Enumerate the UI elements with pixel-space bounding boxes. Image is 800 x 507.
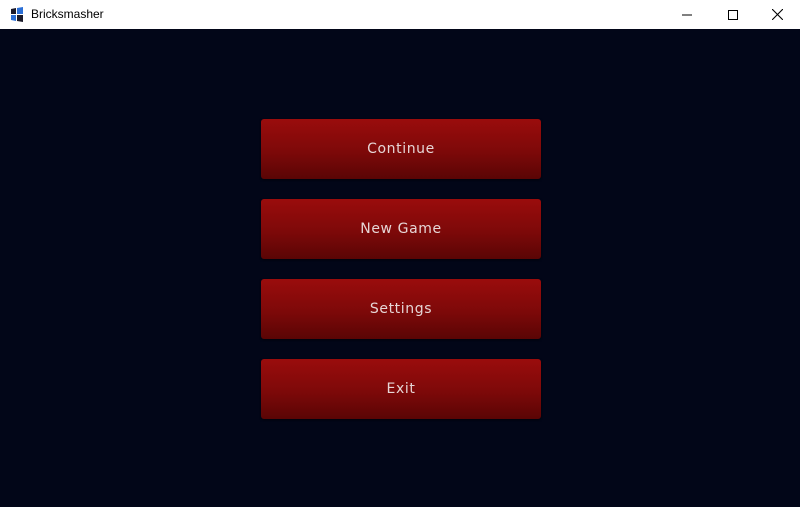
app-window: Bricksmasher Continue New Game Settings [0, 0, 800, 507]
exit-button[interactable]: Exit [261, 359, 541, 419]
minimize-button[interactable] [664, 0, 710, 29]
continue-button[interactable]: Continue [261, 119, 541, 179]
close-button[interactable] [754, 0, 800, 29]
settings-label: Settings [369, 301, 433, 317]
exit-label: Exit [386, 381, 416, 397]
game-viewport: Continue New Game Settings Exit [0, 29, 800, 507]
settings-button[interactable]: Settings [261, 279, 541, 339]
minimize-icon [682, 14, 692, 15]
window-title: Bricksmasher [31, 7, 104, 21]
app-icon [8, 6, 25, 23]
new-game-label: New Game [360, 221, 442, 237]
close-icon [771, 9, 783, 20]
continue-label: Continue [367, 141, 435, 157]
title-bar[interactable]: Bricksmasher [0, 0, 800, 29]
maximize-icon [728, 9, 738, 20]
maximize-button[interactable] [710, 0, 756, 29]
new-game-button[interactable]: New Game [261, 199, 541, 259]
